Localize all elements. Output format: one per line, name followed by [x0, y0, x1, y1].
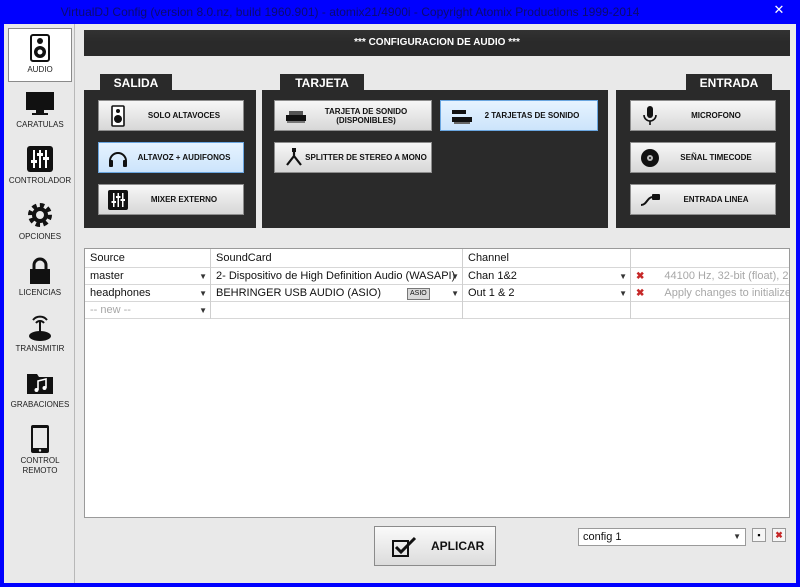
empty-cell: [463, 302, 631, 319]
table-row: headphones ▼ BEHRINGER USB AUDIO (ASIO) AS…: [85, 285, 789, 302]
close-icon[interactable]: ✕: [764, 1, 794, 19]
broadcast-icon: [29, 315, 51, 341]
microphone-icon: [643, 106, 657, 125]
sidebar-item-grabaciones[interactable]: GRABACIONES: [8, 364, 72, 418]
config-window: AUDIO CARATULAS CONTROLADOR OPCIONES LIC…: [4, 24, 796, 583]
asio-config-button[interactable]: ASIO: [407, 288, 430, 300]
folder-music-icon: [27, 374, 53, 394]
sidebar: AUDIO CARATULAS CONTROLADOR OPCIONES LIC…: [4, 24, 75, 583]
altavoz-audifonos-button[interactable]: ALTAVOZ + AUDIFONOS: [98, 142, 244, 173]
splitter-cable-icon: [286, 148, 302, 166]
senal-timecode-button[interactable]: SEÑAL TIMECODE: [630, 142, 776, 173]
chevron-down-icon: ▼: [733, 532, 741, 541]
chevron-down-icon: ▼: [451, 289, 459, 298]
empty-cell: [631, 302, 789, 319]
dos-tarjetas-button[interactable]: 2 TARJETAS DE SONIDO: [440, 100, 598, 131]
table-row: -- new -- ▼: [85, 302, 789, 319]
table-row: master ▼ 2- Dispositivo de High Definitio…: [85, 268, 789, 285]
monitor-icon: [26, 92, 54, 115]
sidebar-item-audio[interactable]: AUDIO: [8, 28, 72, 82]
window-frame: AUDIO CARATULAS CONTROLADOR OPCIONES LIC…: [0, 24, 800, 587]
speaker-icon: [30, 34, 50, 62]
lock-icon: [30, 257, 50, 284]
column-header-source: Source: [85, 249, 211, 268]
sidebar-item-label: OPCIONES: [18, 232, 62, 241]
sidebar-item-label: CONTROL REMOTO: [20, 456, 60, 475]
sidebar-item-label: TRANSMITIR: [15, 344, 65, 353]
sliders-icon: [27, 146, 53, 172]
entrada-linea-button[interactable]: ENTRADA LINEA: [630, 184, 776, 215]
splitter-button[interactable]: SPLITTER DE STEREO A MONO: [274, 142, 432, 173]
sidebar-item-label: GRABACIONES: [10, 400, 70, 409]
delete-icon[interactable]: ✖: [636, 271, 644, 282]
chevron-down-icon: ▼: [619, 289, 627, 298]
delete-icon[interactable]: ✖: [636, 288, 644, 299]
soundcard-select[interactable]: BEHRINGER USB AUDIO (ASIO) ASIO ▼: [211, 285, 463, 302]
sidebar-item-opciones[interactable]: OPCIONES: [8, 196, 72, 250]
chevron-down-icon: ▼: [619, 272, 627, 281]
sidebar-item-label: CONTROLADOR: [8, 176, 72, 185]
entrada-panel: MICROFONO SEÑAL TIMECODE ENTRADA LINEA: [616, 90, 790, 228]
empty-cell: [211, 302, 463, 319]
source-select[interactable]: master ▼: [85, 268, 211, 285]
channel-select[interactable]: Out 1 & 2 ▼: [463, 285, 631, 302]
gear-icon: [28, 203, 52, 227]
source-select[interactable]: headphones ▼: [85, 285, 211, 302]
chevron-down-icon: ▼: [199, 272, 207, 281]
vinyl-icon: [641, 149, 659, 167]
channel-select[interactable]: Chan 1&2 ▼: [463, 268, 631, 285]
new-source-select[interactable]: -- new -- ▼: [85, 302, 211, 319]
delete-config-icon[interactable]: ✖: [772, 528, 786, 542]
column-header-info: [631, 249, 789, 268]
apply-button[interactable]: APLICAR: [374, 526, 496, 566]
speaker-icon: [111, 105, 125, 127]
mixer-icon: [108, 190, 128, 210]
status-info: ✖ 44100 Hz, 32-bit (float), 2: [636, 270, 789, 282]
column-header-channel: Channel: [463, 249, 631, 268]
tarjeta-panel: TARJETA DE SONIDO (DISPONIBLES) 2 TARJET…: [262, 90, 608, 228]
sidebar-item-transmitir[interactable]: TRANSMITIR: [8, 308, 72, 362]
title-bar: VirtualDJ Config (version 8.0.nz, build …: [0, 0, 800, 24]
sidebar-item-control-remoto[interactable]: CONTROL REMOTO: [8, 420, 72, 484]
microfono-button[interactable]: MICROFONO: [630, 100, 776, 131]
page-title: *** CONFIGURACION DE AUDIO ***: [354, 37, 520, 48]
section-header: *** CONFIGURACION DE AUDIO ***: [84, 30, 790, 56]
chevron-down-icon: ▼: [199, 306, 207, 315]
soundcard-select[interactable]: 2- Dispositivo de High Definition Audio …: [211, 268, 463, 285]
sidebar-item-caratulas[interactable]: CARATULAS: [8, 84, 72, 138]
save-icon[interactable]: ▪: [752, 528, 766, 542]
sidebar-item-label: LICENCIAS: [18, 288, 62, 297]
headphones-icon: [109, 152, 127, 167]
sidebar-item-label: CARATULAS: [16, 120, 64, 129]
salida-panel: SOLO ALTAVOCES ALTAVOZ + AUDIFONOS MIXER…: [84, 90, 256, 228]
apply-label: APLICAR: [431, 539, 485, 553]
audio-routing-table: Source SoundCard Channel master ▼ 2- Disp…: [84, 248, 790, 518]
solo-altavoces-button[interactable]: SOLO ALTAVOCES: [98, 100, 244, 131]
chevron-down-icon: ▼: [199, 289, 207, 298]
config-select[interactable]: config 1 ▼: [578, 528, 746, 546]
column-header-soundcard: SoundCard: [211, 249, 463, 268]
tablet-icon: [31, 425, 49, 453]
sidebar-item-label: AUDIO: [27, 65, 53, 74]
mixer-externo-button[interactable]: MIXER EXTERNO: [98, 184, 244, 215]
chevron-down-icon: ▼: [451, 272, 459, 281]
checkbox-check-icon: [392, 536, 417, 557]
line-cable-icon: [640, 194, 660, 206]
sidebar-item-controlador[interactable]: CONTROLADOR: [8, 140, 72, 194]
tarjeta-disponibles-button[interactable]: TARJETA DE SONIDO (DISPONIBLES): [274, 100, 432, 131]
status-info: ✖ Apply changes to initialize: [636, 287, 789, 299]
window-title: VirtualDJ Config (version 8.0.nz, build …: [60, 5, 640, 19]
table-header: Source SoundCard Channel: [85, 249, 789, 268]
sidebar-item-licencias[interactable]: LICENCIAS: [8, 252, 72, 306]
